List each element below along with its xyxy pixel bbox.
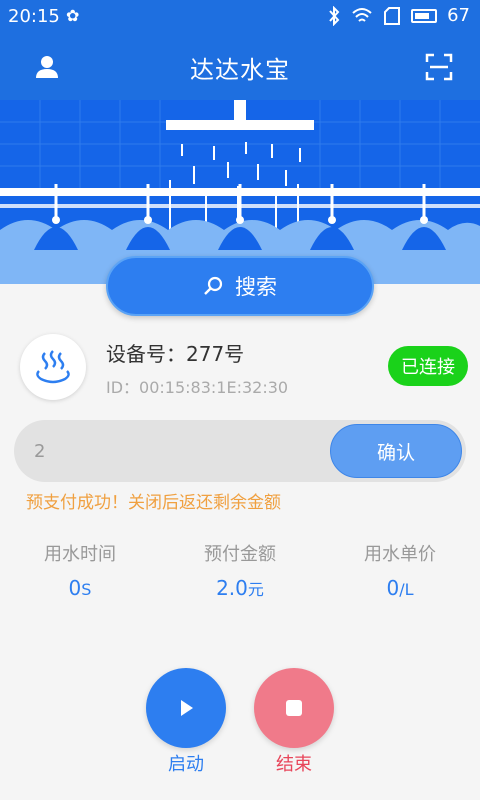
amount-bar: 确认 [14, 420, 466, 482]
flower-icon: ✿ [66, 6, 80, 25]
stat-unit-price: 用水单价 0/L [320, 540, 480, 600]
status-badge: 已连接 [388, 346, 468, 386]
status-bar: 20:15 ✿ 67 [0, 0, 480, 34]
search-label: 搜索 [235, 275, 277, 299]
status-icons: 67 [327, 5, 470, 26]
play-icon [181, 700, 193, 716]
device-number: 设备号：277号 [106, 342, 245, 366]
search-icon [204, 276, 223, 295]
battery-icon [411, 8, 438, 23]
battery-level: 67 [447, 5, 470, 26]
start-label: 启动 [168, 754, 204, 775]
wifi-icon [352, 7, 372, 22]
amount-input[interactable] [34, 420, 324, 482]
stat-label: 用水单价 [364, 544, 436, 565]
device-id: ID：00:15:83:1E:32:30 [106, 378, 289, 397]
stop-button[interactable] [254, 668, 334, 748]
stat-label: 预付金额 [204, 544, 276, 565]
start-button[interactable] [146, 668, 226, 748]
hot-spring-icon [20, 334, 86, 400]
stop-icon [286, 700, 302, 716]
app-bar: 达达水宝 [0, 34, 480, 100]
status-time: 20:15 [8, 6, 60, 27]
confirm-button[interactable]: 确认 [330, 424, 462, 478]
stat-value: 0S [68, 576, 92, 600]
sim-icon [384, 6, 401, 25]
stat-prepay-amount: 预付金额 2.0元 [160, 540, 320, 600]
scan-icon[interactable] [424, 52, 454, 82]
prepay-notice: 预支付成功！关闭后返还剩余金额 [26, 493, 281, 513]
page-title: 达达水宝 [190, 56, 290, 84]
stat-label: 用水时间 [44, 544, 116, 565]
stat-value: 2.0元 [216, 576, 264, 600]
search-button[interactable]: 搜索 [106, 256, 374, 316]
stat-value: 0/L [386, 576, 414, 600]
stat-water-time: 用水时间 0S [0, 540, 160, 600]
bluetooth-icon [329, 5, 340, 26]
stop-label: 结束 [276, 754, 312, 775]
